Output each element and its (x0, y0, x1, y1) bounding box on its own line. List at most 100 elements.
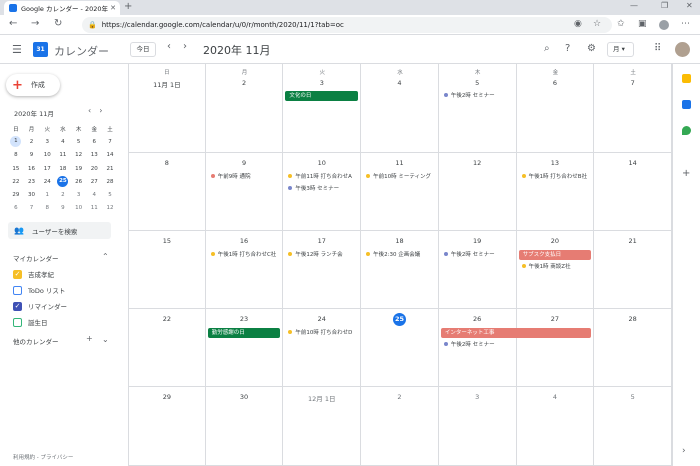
mini-day[interactable]: 18 (55, 166, 71, 172)
mini-day[interactable]: 4 (86, 192, 102, 198)
day-number[interactable]: 14 (594, 159, 671, 167)
add-addon-icon[interactable]: + (682, 168, 690, 179)
day-cell[interactable]: 11月 1日 (128, 64, 206, 153)
allday-event[interactable]: 文化の日 (285, 91, 359, 101)
day-cell[interactable]: 22 (128, 309, 206, 387)
mini-day[interactable]: 8 (8, 152, 24, 158)
day-cell[interactable]: 2 (361, 387, 439, 466)
day-number[interactable]: 6 (517, 79, 594, 87)
day-cell[interactable]: 15 (128, 231, 206, 309)
chevron-down-icon[interactable]: ⌄ (102, 335, 109, 344)
day-number[interactable]: 5 (594, 393, 671, 401)
prev-month-icon[interactable]: ‹ (167, 41, 171, 52)
day-cell[interactable]: 2 (205, 64, 284, 153)
timed-event[interactable]: 午後2:30 企画会議 (366, 250, 436, 258)
mini-day[interactable]: 12 (102, 205, 118, 211)
timed-event[interactable]: 午後12時 ランチ会 (288, 250, 358, 258)
forward-icon[interactable]: → (31, 18, 39, 29)
mini-day[interactable]: 10 (39, 152, 55, 158)
timed-event[interactable]: 午後2時 セミナー (443, 91, 514, 99)
day-number[interactable]: 12 (439, 159, 516, 167)
allday-event[interactable]: サブスク支払日 (518, 250, 592, 260)
day-cell[interactable]: 24 (283, 309, 362, 387)
day-cell[interactable]: 3 (438, 387, 517, 466)
settings-gear-icon[interactable]: ⚙ (587, 43, 596, 54)
day-cell[interactable]: 3 (283, 64, 362, 153)
new-tab-icon[interactable]: + (124, 1, 132, 12)
day-cell[interactable]: 28 (594, 309, 672, 387)
mini-day[interactable]: 5 (102, 192, 118, 198)
mini-day[interactable]: 6 (8, 205, 24, 211)
mini-day[interactable]: 22 (8, 179, 24, 185)
day-cell[interactable]: 11 (361, 153, 439, 231)
day-number[interactable]: 26 (439, 315, 516, 323)
day-cell[interactable]: 26 (438, 309, 517, 387)
search-icon[interactable]: ⌕ (544, 43, 550, 54)
mini-day[interactable]: 1 (39, 192, 55, 198)
day-number[interactable]: 24 (283, 315, 360, 323)
day-number[interactable]: 11 (361, 159, 438, 167)
day-number[interactable]: 21 (594, 237, 671, 245)
day-cell[interactable]: 8 (128, 153, 206, 231)
bookmark-star-icon[interactable]: ☆ (593, 19, 601, 29)
add-calendar-icon[interactable]: + (86, 334, 93, 343)
day-number[interactable]: 27 (517, 315, 594, 323)
avatar[interactable] (675, 42, 690, 57)
day-cell[interactable]: 29 (128, 387, 206, 466)
timed-event[interactable]: 午後3時 セミナー (288, 184, 358, 192)
day-number[interactable]: 23 (206, 315, 283, 323)
day-number[interactable]: 4 (517, 393, 594, 401)
close-window-icon[interactable]: ✕ (686, 1, 693, 10)
day-cell[interactable]: 30 (205, 387, 284, 466)
day-cell[interactable]: 10 (283, 153, 362, 231)
day-number[interactable]: 19 (439, 237, 516, 245)
day-cell[interactable]: 16 (205, 231, 284, 309)
checkbox-icon[interactable] (13, 317, 22, 327)
url-input[interactable]: 🔒 https://calendar.google.com/calendar/u… (82, 17, 612, 33)
day-cell[interactable]: 12月 1日 (283, 387, 362, 466)
mini-day[interactable]: 17 (39, 166, 55, 172)
day-cell[interactable]: 14 (594, 153, 672, 231)
day-number[interactable]: 25 (392, 313, 406, 326)
day-cell[interactable]: 19 (438, 231, 517, 309)
mini-day[interactable]: 8 (39, 205, 55, 211)
allday-event[interactable]: 勤労感謝の日 (207, 328, 281, 338)
day-number[interactable]: 8 (129, 159, 205, 167)
mini-day[interactable]: 10 (71, 205, 87, 211)
close-tab-icon[interactable]: ✕ (110, 4, 116, 12)
day-number[interactable]: 5 (439, 79, 516, 87)
eye-icon[interactable]: ◉ (574, 19, 582, 29)
day-number[interactable]: 17 (283, 237, 360, 245)
footer-links[interactable]: 利用規約 - プライバシー (13, 453, 73, 461)
mini-day[interactable]: 13 (86, 152, 102, 158)
mini-day[interactable]: 9 (24, 152, 40, 158)
day-number[interactable]: 28 (594, 315, 671, 323)
next-month-icon[interactable]: › (183, 41, 187, 52)
apps-grid-icon[interactable]: ⠿ (654, 43, 661, 54)
view-selector[interactable]: 月 ▾ (607, 42, 634, 57)
maps-icon[interactable] (682, 126, 691, 135)
chevron-up-icon[interactable]: ⌃ (102, 252, 109, 261)
more-icon[interactable]: ⋯ (681, 19, 690, 29)
checkbox-checked-icon[interactable]: ✓ (13, 301, 22, 311)
day-number[interactable]: 9 (206, 159, 283, 167)
day-number[interactable]: 11月 1日 (129, 79, 205, 89)
day-cell[interactable]: 4 (361, 64, 439, 153)
maximize-icon[interactable]: ❐ (661, 1, 668, 10)
day-cell[interactable]: 7 (594, 64, 672, 153)
timed-event[interactable]: 午後1時 打ち合わせC社 (210, 250, 281, 258)
mini-day[interactable]: 14 (102, 152, 118, 158)
collections-icon[interactable]: ▣ (638, 19, 647, 29)
other-calendars-heading[interactable]: 他のカレンダー (13, 336, 59, 346)
mini-day[interactable]: 25 (57, 176, 69, 188)
mini-day[interactable]: 16 (24, 166, 40, 172)
timed-event[interactable]: 午前10時 打ち合わせD (288, 328, 358, 336)
mini-day[interactable]: 6 (86, 139, 102, 145)
mini-day[interactable]: 23 (24, 179, 40, 185)
day-cell[interactable]: 9 (205, 153, 284, 231)
day-cell[interactable]: 12 (438, 153, 517, 231)
tasks-icon[interactable] (682, 100, 691, 109)
mini-day[interactable]: 3 (71, 192, 87, 198)
mini-day[interactable]: 5 (71, 139, 87, 145)
mini-day[interactable]: 15 (8, 166, 24, 172)
